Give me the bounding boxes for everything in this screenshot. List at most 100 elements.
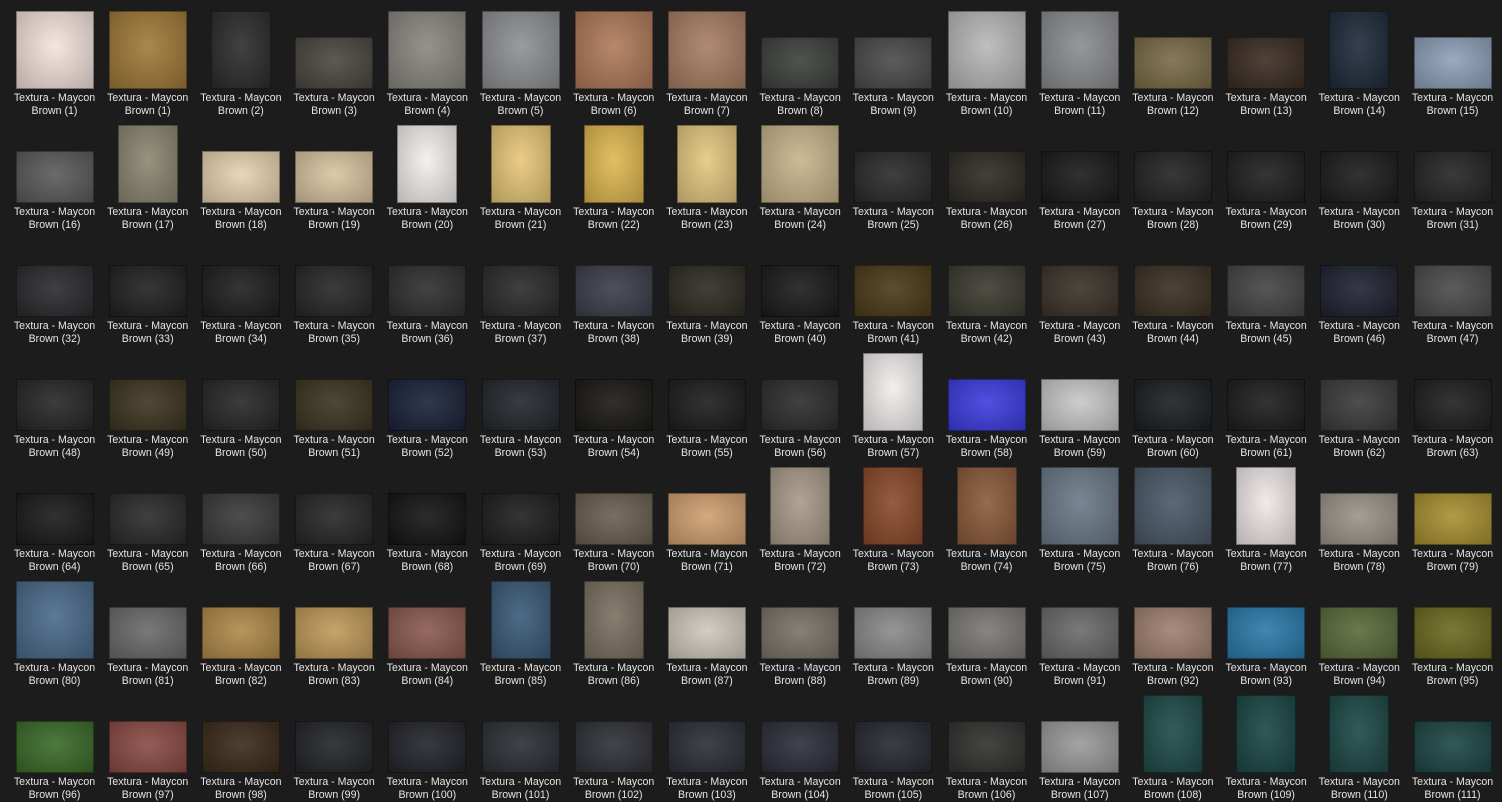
file-item[interactable]: Textura - Maycon Brown (12) <box>1126 8 1219 117</box>
file-item[interactable]: Textura - Maycon Brown (66) <box>194 464 287 573</box>
file-item[interactable]: Textura - Maycon Brown (36) <box>381 236 474 345</box>
file-item[interactable]: Textura - Maycon Brown (111) <box>1406 692 1499 801</box>
file-item[interactable]: Textura - Maycon Brown (75) <box>1033 464 1126 573</box>
file-item[interactable]: Textura - Maycon Brown (13) <box>1220 8 1313 117</box>
file-item[interactable]: Textura - Maycon Brown (7) <box>660 8 753 117</box>
file-item[interactable]: Textura - Maycon Brown (47) <box>1406 236 1499 345</box>
file-item[interactable]: Textura - Maycon Brown (85) <box>474 578 567 687</box>
file-item[interactable]: Textura - Maycon Brown (99) <box>288 692 381 801</box>
file-item[interactable]: Textura - Maycon Brown (52) <box>381 350 474 459</box>
file-item[interactable]: Textura - Maycon Brown (79) <box>1406 464 1499 573</box>
file-item[interactable]: Textura - Maycon Brown (34) <box>194 236 287 345</box>
file-item[interactable]: Textura - Maycon Brown (22) <box>567 122 660 231</box>
file-item[interactable]: Textura - Maycon Brown (64) <box>8 464 101 573</box>
file-item[interactable]: Textura - Maycon Brown (86) <box>567 578 660 687</box>
file-item[interactable]: Textura - Maycon Brown (21) <box>474 122 567 231</box>
file-item[interactable]: Textura - Maycon Brown (33) <box>101 236 194 345</box>
file-item[interactable]: Textura - Maycon Brown (78) <box>1313 464 1406 573</box>
file-item[interactable]: Textura - Maycon Brown (69) <box>474 464 567 573</box>
file-item[interactable]: Textura - Maycon Brown (93) <box>1220 578 1313 687</box>
file-item[interactable]: Textura - Maycon Brown (54) <box>567 350 660 459</box>
file-item[interactable]: Textura - Maycon Brown (108) <box>1126 692 1219 801</box>
file-item[interactable]: Textura - Maycon Brown (101) <box>474 692 567 801</box>
file-item[interactable]: Textura - Maycon Brown (17) <box>101 122 194 231</box>
file-item[interactable]: Textura - Maycon Brown (107) <box>1033 692 1126 801</box>
file-item[interactable]: Textura - Maycon Brown (80) <box>8 578 101 687</box>
file-item[interactable]: Textura - Maycon Brown (57) <box>847 350 940 459</box>
file-item[interactable]: Textura - Maycon Brown (41) <box>847 236 940 345</box>
file-item[interactable]: Textura - Maycon Brown (49) <box>101 350 194 459</box>
file-item[interactable]: Textura - Maycon Brown (14) <box>1313 8 1406 117</box>
file-item[interactable]: Textura - Maycon Brown (45) <box>1220 236 1313 345</box>
file-item[interactable]: Textura - Maycon Brown (63) <box>1406 350 1499 459</box>
file-item[interactable]: Textura - Maycon Brown (46) <box>1313 236 1406 345</box>
file-item[interactable]: Textura - Maycon Brown (2) <box>194 8 287 117</box>
file-item[interactable]: Textura - Maycon Brown (6) <box>567 8 660 117</box>
file-item[interactable]: Textura - Maycon Brown (37) <box>474 236 567 345</box>
file-item[interactable]: Textura - Maycon Brown (61) <box>1220 350 1313 459</box>
file-item[interactable]: Textura - Maycon Brown (90) <box>940 578 1033 687</box>
file-item[interactable]: Textura - Maycon Brown (72) <box>754 464 847 573</box>
file-item[interactable]: Textura - Maycon Brown (105) <box>847 692 940 801</box>
file-item[interactable]: Textura - Maycon Brown (110) <box>1313 692 1406 801</box>
file-item[interactable]: Textura - Maycon Brown (40) <box>754 236 847 345</box>
file-item[interactable]: Textura - Maycon Brown (9) <box>847 8 940 117</box>
file-item[interactable]: Textura - Maycon Brown (19) <box>288 122 381 231</box>
file-item[interactable]: Textura - Maycon Brown (26) <box>940 122 1033 231</box>
file-item[interactable]: Textura - Maycon Brown (38) <box>567 236 660 345</box>
file-item[interactable]: Textura - Maycon Brown (50) <box>194 350 287 459</box>
file-item[interactable]: Textura - Maycon Brown (92) <box>1126 578 1219 687</box>
file-item[interactable]: Textura - Maycon Brown (60) <box>1126 350 1219 459</box>
file-item[interactable]: Textura - Maycon Brown (28) <box>1126 122 1219 231</box>
file-item[interactable]: Textura - Maycon Brown (104) <box>754 692 847 801</box>
file-item[interactable]: Textura - Maycon Brown (51) <box>288 350 381 459</box>
file-item[interactable]: Textura - Maycon Brown (48) <box>8 350 101 459</box>
file-item[interactable]: Textura - Maycon Brown (74) <box>940 464 1033 573</box>
file-item[interactable]: Textura - Maycon Brown (39) <box>660 236 753 345</box>
file-item[interactable]: Textura - Maycon Brown (44) <box>1126 236 1219 345</box>
file-item[interactable]: Textura - Maycon Brown (42) <box>940 236 1033 345</box>
file-item[interactable]: Textura - Maycon Brown (89) <box>847 578 940 687</box>
file-item[interactable]: Textura - Maycon Brown (10) <box>940 8 1033 117</box>
file-item[interactable]: Textura - Maycon Brown (58) <box>940 350 1033 459</box>
file-item[interactable]: Textura - Maycon Brown (68) <box>381 464 474 573</box>
file-item[interactable]: Textura - Maycon Brown (71) <box>660 464 753 573</box>
file-item[interactable]: Textura - Maycon Brown (100) <box>381 692 474 801</box>
file-item[interactable]: Textura - Maycon Brown (32) <box>8 236 101 345</box>
file-item[interactable]: Textura - Maycon Brown (73) <box>847 464 940 573</box>
file-item[interactable]: Textura - Maycon Brown (30) <box>1313 122 1406 231</box>
file-item[interactable]: Textura - Maycon Brown (109) <box>1220 692 1313 801</box>
file-item[interactable]: Textura - Maycon Brown (11) <box>1033 8 1126 117</box>
file-item[interactable]: Textura - Maycon Brown (15) <box>1406 8 1499 117</box>
file-item[interactable]: Textura - Maycon Brown (102) <box>567 692 660 801</box>
file-item[interactable]: Textura - Maycon Brown (103) <box>660 692 753 801</box>
file-item[interactable]: Textura - Maycon Brown (24) <box>754 122 847 231</box>
file-item[interactable]: Textura - Maycon Brown (97) <box>101 692 194 801</box>
file-item[interactable]: Textura - Maycon Brown (8) <box>754 8 847 117</box>
file-item[interactable]: Textura - Maycon Brown (1) <box>101 8 194 117</box>
file-item[interactable]: Textura - Maycon Brown (98) <box>194 692 287 801</box>
file-item[interactable]: Textura - Maycon Brown (95) <box>1406 578 1499 687</box>
file-item[interactable]: Textura - Maycon Brown (62) <box>1313 350 1406 459</box>
file-item[interactable]: Textura - Maycon Brown (96) <box>8 692 101 801</box>
file-item[interactable]: Textura - Maycon Brown (27) <box>1033 122 1126 231</box>
file-item[interactable]: Textura - Maycon Brown (18) <box>194 122 287 231</box>
file-item[interactable]: Textura - Maycon Brown (82) <box>194 578 287 687</box>
file-item[interactable]: Textura - Maycon Brown (67) <box>288 464 381 573</box>
file-item[interactable]: Textura - Maycon Brown (29) <box>1220 122 1313 231</box>
file-item[interactable]: Textura - Maycon Brown (94) <box>1313 578 1406 687</box>
file-item[interactable]: Textura - Maycon Brown (20) <box>381 122 474 231</box>
file-item[interactable]: Textura - Maycon Brown (43) <box>1033 236 1126 345</box>
file-item[interactable]: Textura - Maycon Brown (88) <box>754 578 847 687</box>
file-item[interactable]: Textura - Maycon Brown (83) <box>288 578 381 687</box>
file-item[interactable]: Textura - Maycon Brown (31) <box>1406 122 1499 231</box>
file-item[interactable]: Textura - Maycon Brown (84) <box>381 578 474 687</box>
file-item[interactable]: Textura - Maycon Brown (1) <box>8 8 101 117</box>
file-item[interactable]: Textura - Maycon Brown (59) <box>1033 350 1126 459</box>
file-item[interactable]: Textura - Maycon Brown (65) <box>101 464 194 573</box>
file-item[interactable]: Textura - Maycon Brown (35) <box>288 236 381 345</box>
file-item[interactable]: Textura - Maycon Brown (53) <box>474 350 567 459</box>
file-item[interactable]: Textura - Maycon Brown (55) <box>660 350 753 459</box>
file-item[interactable]: Textura - Maycon Brown (56) <box>754 350 847 459</box>
file-item[interactable]: Textura - Maycon Brown (87) <box>660 578 753 687</box>
